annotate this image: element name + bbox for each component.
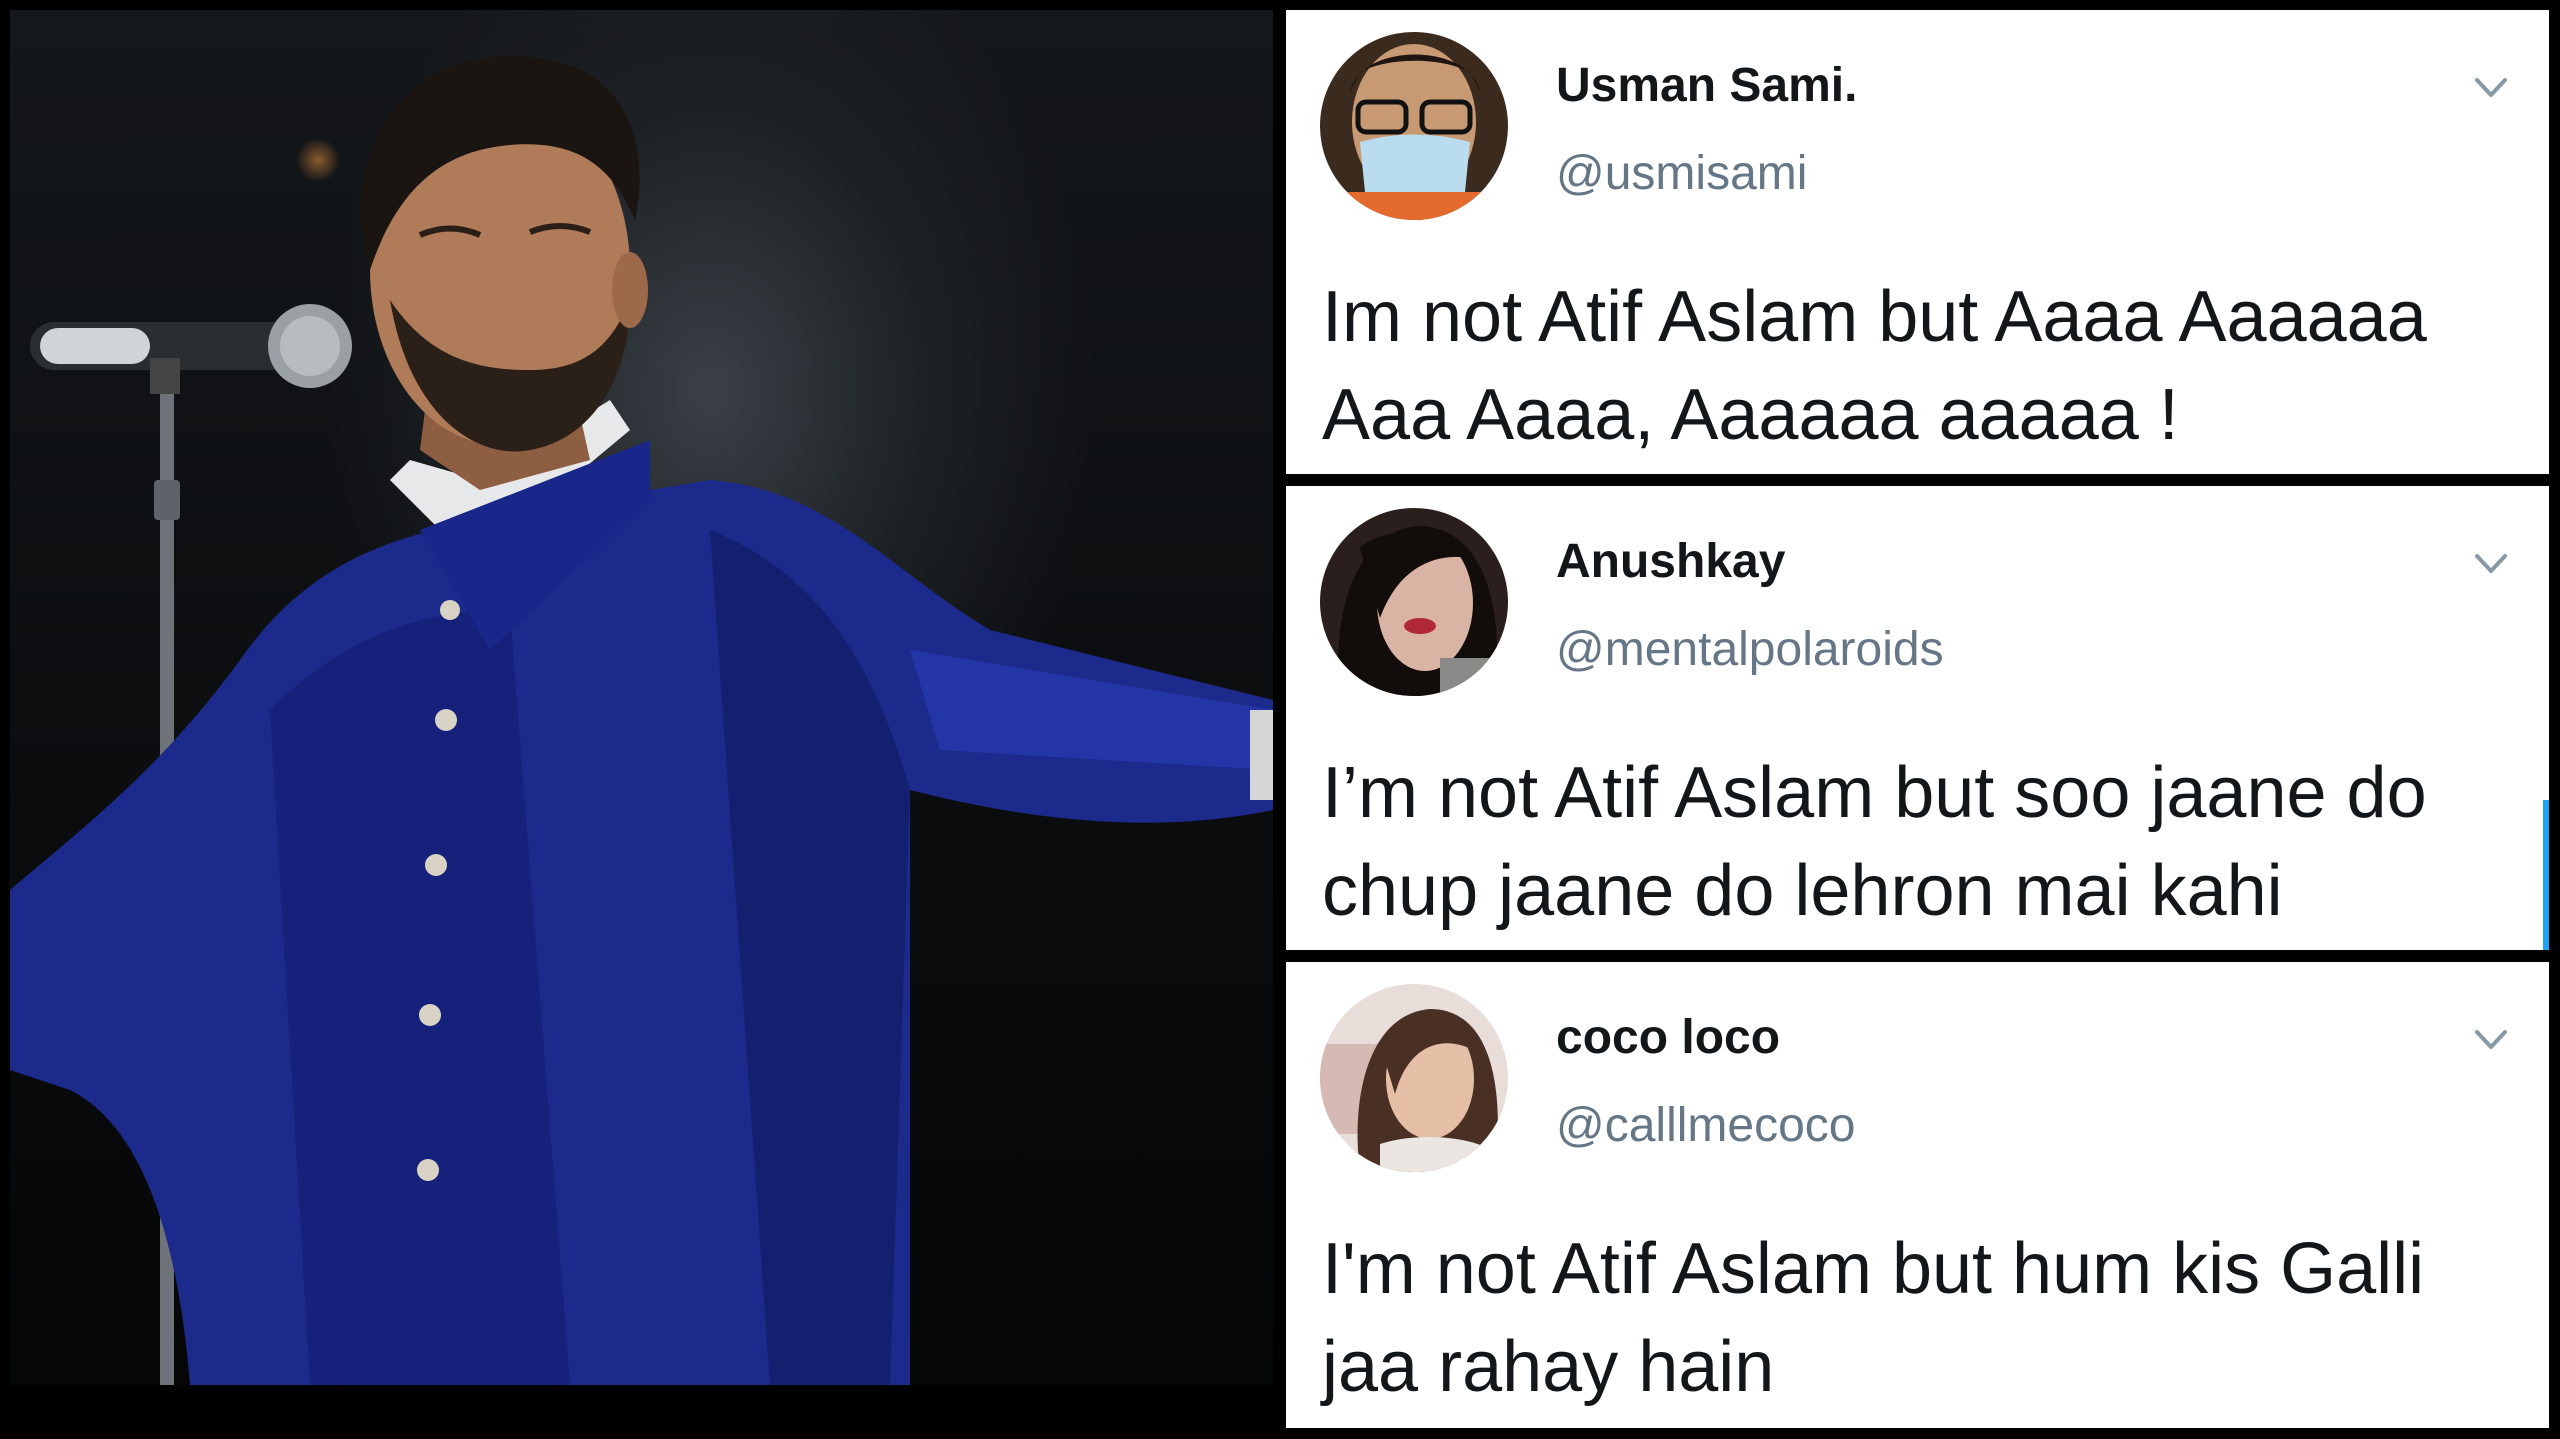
author-name[interactable]: Anushkay xyxy=(1556,534,1785,589)
author-handle[interactable]: @calllmecoco xyxy=(1556,1098,1855,1153)
avatar[interactable] xyxy=(1320,32,1508,220)
singer-illustration xyxy=(10,55,1273,1385)
scrollbar[interactable] xyxy=(2543,800,2549,950)
tweet-card[interactable]: Anushkay @mentalpolaroids I’m not Atif A… xyxy=(1286,486,2549,950)
chevron-down-icon[interactable] xyxy=(2471,544,2511,584)
tweet-card[interactable]: coco loco @calllmecoco I'm not Atif Asla… xyxy=(1286,962,2549,1428)
tweet-text: I’m not Atif Aslam but soo jaane do chup… xyxy=(1322,753,2427,931)
tweet-card[interactable]: Usman Sami. @usmisami Im not Atif Aslam … xyxy=(1286,10,2549,474)
avatar[interactable] xyxy=(1320,984,1508,1172)
author-handle[interactable]: @mentalpolaroids xyxy=(1556,622,1944,677)
chevron-down-icon[interactable] xyxy=(2471,1020,2511,1060)
tweet-text: I'm not Atif Aslam but hum kis Galli jaa… xyxy=(1322,1229,2425,1407)
tweet-text: Im not Atif Aslam but Aaaa Aaaaaa Aaa Aa… xyxy=(1322,277,2427,455)
singer-photo xyxy=(10,10,1273,1385)
chevron-down-icon[interactable] xyxy=(2471,68,2511,108)
avatar[interactable] xyxy=(1320,508,1508,696)
author-name[interactable]: Usman Sami. xyxy=(1556,58,1857,113)
author-name[interactable]: coco loco xyxy=(1556,1010,1780,1065)
author-handle[interactable]: @usmisami xyxy=(1556,146,1807,201)
